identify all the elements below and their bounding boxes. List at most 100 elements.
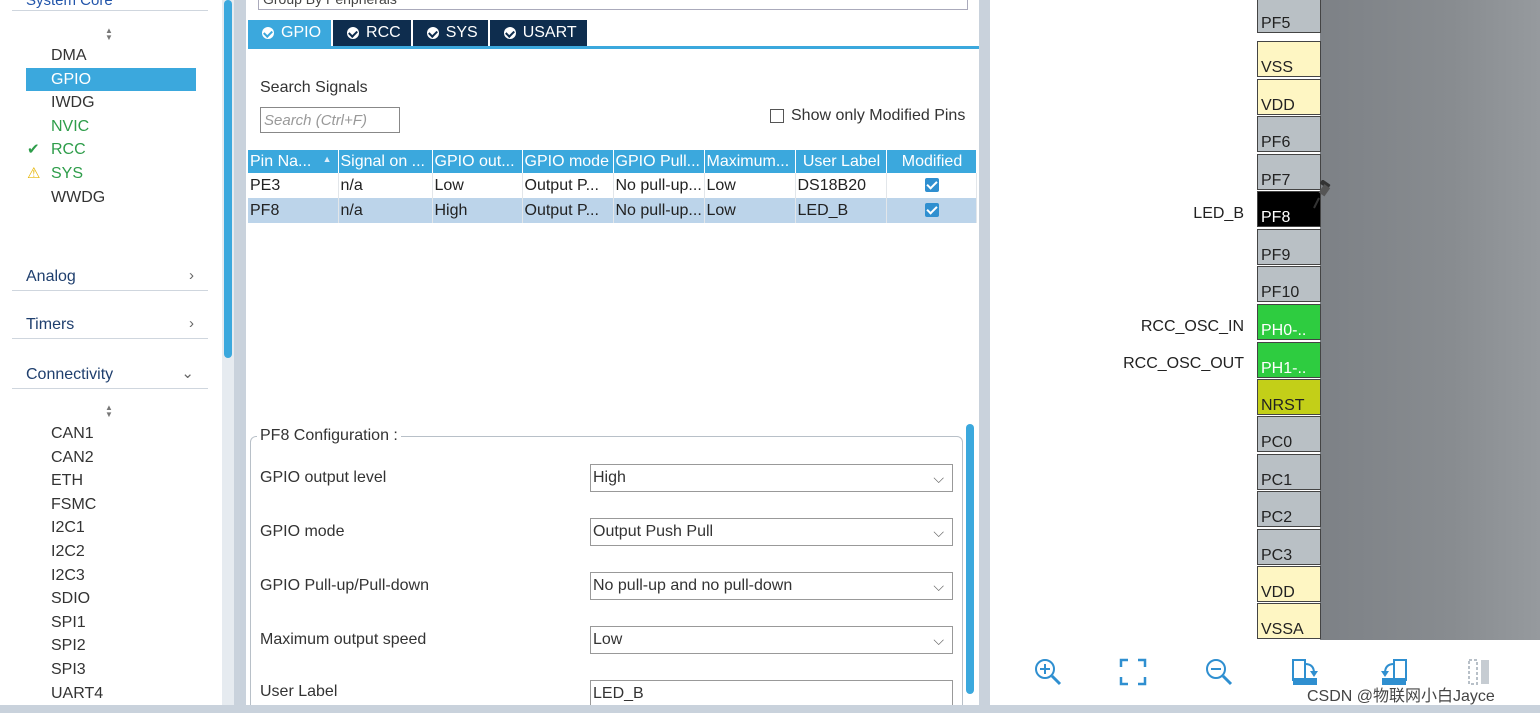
conn-item-spi1[interactable]: SPI1 (26, 611, 196, 635)
conn-item-sdio[interactable]: SDIO (26, 587, 196, 611)
pin-pf6[interactable]: PF6 (1257, 116, 1321, 152)
core-item-label: RCC (51, 141, 86, 159)
header-label: Pin Na... (250, 152, 312, 170)
pin-nrst[interactable]: NRST (1257, 379, 1321, 415)
pin-pc1[interactable]: PC1 (1257, 454, 1321, 490)
pin-pf7[interactable]: PF7 (1257, 154, 1321, 190)
conn-item-eth[interactable]: ETH (26, 469, 196, 493)
pin-vss[interactable]: VSS (1257, 41, 1321, 77)
col-header-pin-name[interactable]: Pin Na... ▲ (248, 150, 339, 173)
conn-item-i2c2[interactable]: I2C2 (26, 540, 196, 564)
conn-item-spi3[interactable]: SPI3 (26, 658, 196, 682)
categories-scrollbar[interactable] (222, 0, 234, 705)
conn-item-i2c3[interactable]: I2C3 (26, 564, 196, 588)
tab-gpio[interactable]: GPIO (248, 20, 332, 46)
pin-pf9[interactable]: PF9 (1257, 229, 1321, 265)
group-by-field[interactable]: Group By Peripherals (258, 0, 968, 10)
tab-rcc[interactable]: RCC (333, 20, 411, 46)
zoom-in-icon[interactable] (1032, 656, 1064, 688)
user-label-input[interactable]: LED_B (590, 680, 953, 708)
modified-checkbox[interactable] (925, 203, 939, 218)
output-level-select[interactable]: High ⌵ (590, 464, 953, 492)
pull-select[interactable]: No pull-up and no pull-down ⌵ (590, 572, 953, 600)
col-header-signal[interactable]: Signal on ... (338, 150, 433, 173)
core-item-label: NVIC (51, 117, 90, 135)
core-item-label: DMA (51, 47, 87, 64)
pin-vssa[interactable]: VSSA (1257, 603, 1321, 639)
show-modified-checkbox[interactable] (770, 109, 784, 123)
pin-label-led-b: LED_B (1193, 205, 1244, 222)
pin-pf5[interactable]: PF5 (1257, 0, 1321, 33)
col-header-user-label[interactable]: User Label (795, 150, 887, 173)
category-timers[interactable]: Timers › (12, 311, 208, 339)
select-value: Low (593, 631, 623, 648)
scrollbar-thumb[interactable] (966, 424, 974, 694)
core-item-nvic[interactable]: NVIC (26, 115, 196, 139)
pin-ph1[interactable]: PH1-.. (1257, 342, 1321, 378)
tab-usart[interactable]: USART (489, 20, 587, 46)
tab-sys[interactable]: SYS (412, 20, 488, 46)
sort-icon[interactable]: ▲ ▼ (104, 27, 114, 42)
conn-item-spi2[interactable]: SPI2 (26, 634, 196, 658)
pin-configuration-group: PF8 Configuration : GPIO output level Hi… (250, 427, 963, 713)
table-row[interactable]: PF8 n/a High Output P... No pull-up... L… (248, 198, 977, 223)
core-item-rcc[interactable]: ✔ RCC (26, 138, 196, 162)
conn-item-can1[interactable]: CAN1 (26, 422, 196, 446)
conn-item-uart4[interactable]: UART4 (26, 682, 196, 706)
core-item-gpio[interactable]: GPIO (26, 67, 196, 92)
core-item-iwdg[interactable]: IWDG (26, 91, 196, 115)
output-level-label: GPIO output level (260, 469, 387, 486)
pin-locked-icon (1313, 180, 1331, 209)
pin-pf8[interactable]: PF8 (1257, 191, 1321, 227)
system-core-category[interactable]: System Core (26, 0, 113, 9)
core-item-sys[interactable]: ⚠ SYS (26, 162, 196, 186)
pin-pc2[interactable]: PC2 (1257, 491, 1321, 527)
divider (12, 10, 208, 11)
col-header-modified[interactable]: Modified (886, 150, 977, 173)
table-row[interactable]: PE3 n/a Low Output P... No pull-up... Lo… (248, 173, 977, 198)
check-circle-icon (347, 27, 360, 39)
pin-vdd[interactable]: VDD (1257, 79, 1321, 115)
col-header-max-speed[interactable]: Maximum... (704, 150, 796, 173)
pin-table: Pin Na... ▲ Signal on ... GPIO out... GPI… (248, 150, 977, 223)
watermark: CSDN @物联网小白Jayce (1307, 688, 1495, 705)
input-value: LED_B (593, 685, 644, 702)
category-analog[interactable]: Analog › (12, 263, 208, 291)
search-input[interactable] (260, 107, 400, 133)
sort-icon[interactable]: ▲ ▼ (104, 404, 114, 419)
core-item-wwdg[interactable]: WWDG (26, 186, 196, 210)
tab-label: SYS (445, 24, 478, 41)
tab-label: USART (522, 24, 577, 41)
splitter[interactable] (979, 0, 990, 705)
config-title: PF8 Configuration : (257, 427, 401, 445)
cell-signal: n/a (338, 198, 433, 223)
pin-ph0[interactable]: PH0-.. (1257, 304, 1321, 340)
conn-item-fsmc[interactable]: FSMC (26, 493, 196, 517)
pull-label: GPIO Pull-up/Pull-down (260, 577, 429, 594)
conn-item-can2[interactable]: CAN2 (26, 446, 196, 470)
search-label: Search Signals (260, 79, 368, 96)
zoom-out-icon[interactable] (1203, 656, 1235, 688)
config-scrollbar[interactable] (964, 420, 976, 705)
col-header-gpio-pull[interactable]: GPIO Pull... (613, 150, 705, 173)
max-speed-select[interactable]: Low ⌵ (590, 626, 953, 654)
pin-pf10[interactable]: PF10 (1257, 266, 1321, 302)
col-header-gpio-output[interactable]: GPIO out... (432, 150, 523, 173)
fit-to-screen-icon[interactable] (1117, 656, 1149, 688)
check-icon: ✔ (27, 141, 40, 159)
conn-item-i2c1[interactable]: I2C1 (26, 516, 196, 540)
gpio-mode-select[interactable]: Output Push Pull ⌵ (590, 518, 953, 546)
pin-vdd[interactable]: VDD (1257, 566, 1321, 602)
scrollbar-thumb[interactable] (224, 0, 232, 358)
select-value: High (593, 469, 626, 486)
cell-user-label: DS18B20 (795, 173, 887, 198)
category-label: Connectivity (26, 366, 114, 383)
col-header-gpio-mode[interactable]: GPIO mode (522, 150, 614, 173)
modified-checkbox[interactable] (925, 178, 939, 193)
cell-pull: No pull-up... (613, 198, 705, 223)
pin-pc3[interactable]: PC3 (1257, 529, 1321, 565)
core-item-dma[interactable]: DMA (26, 44, 196, 68)
category-connectivity[interactable]: Connectivity ⌄ (12, 361, 208, 389)
splitter[interactable] (234, 0, 246, 705)
pin-pc0[interactable]: PC0 (1257, 416, 1321, 452)
